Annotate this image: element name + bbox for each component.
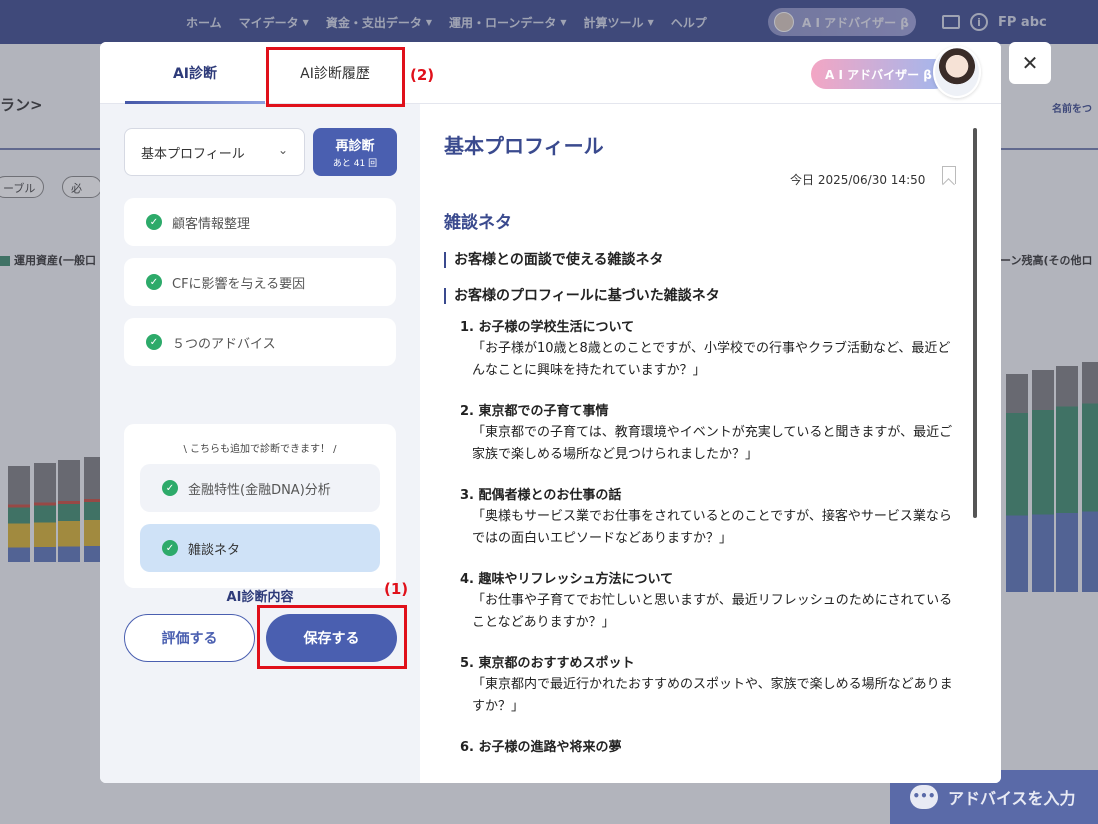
scrollbar[interactable] [973, 128, 977, 518]
check-icon: ✓ [162, 480, 178, 496]
close-button[interactable]: ✕ [1009, 42, 1051, 84]
rediagnose-button[interactable]: 再診断 あと 41 回 [313, 128, 397, 176]
additional-diagnosis-box: \ こちらも追加で診断できます！ / ✓ 金融特性(金融DNA)分析 ✓ 雑談ネ… [124, 424, 396, 588]
step-five-advices[interactable]: ✓ ５つのアドバイス [124, 318, 396, 366]
close-icon: ✕ [1021, 51, 1039, 75]
subsection-title: お客様との面談で使える雑談ネタ [444, 252, 663, 268]
ai-advisor-avatar [933, 46, 981, 98]
evaluate-button[interactable]: 評価する [124, 614, 255, 662]
profile-select[interactable]: 基本プロフィール ⌄ [124, 128, 305, 176]
bookmark-icon[interactable] [942, 166, 956, 184]
topic-title: 6. お子様の進路や将来の夢 [460, 740, 622, 755]
chat-bubble-icon: ••• [910, 785, 938, 809]
result-title: 基本プロフィール [444, 134, 604, 158]
topic-title: 3. 配偶者様とのお仕事の話 [460, 488, 622, 503]
extra-small-talk[interactable]: ✓ 雑談ネタ [140, 524, 380, 572]
step-cf-factors[interactable]: ✓ CFに影響を与える要因 [124, 258, 396, 306]
tab-ai-diagnosis[interactable]: AI診断 [125, 42, 265, 104]
ai-advisor-badge: A I アドバイザー β [811, 59, 949, 89]
chevron-down-icon: ⌄ [277, 143, 288, 157]
diagnosis-sidebar: 基本プロフィール ⌄ 再診断 あと 41 回 ✓ 顧客情報整理 ✓ CFに影響を… [100, 104, 420, 783]
topic-body: 「奥様もサービス業でお仕事をされているとのことですが、接客やサービス業ならではの… [472, 509, 952, 546]
diagnosis-result-pane[interactable]: 基本プロフィール 今日 2025/06/30 14:50 雑談ネタ お客様との面… [420, 104, 1001, 783]
modal-header: AI診断 AI診断履歴 A I アドバイザー β [100, 42, 1001, 104]
check-icon: ✓ [146, 214, 162, 230]
check-icon: ✓ [162, 540, 178, 556]
section-title: 雑談ネタ [444, 213, 512, 233]
topic-title: 1. お子様の学校生活について [460, 320, 635, 335]
topic-title: 4. 趣味やリフレッシュ方法について [460, 572, 674, 587]
highlight-box-save-button [257, 605, 407, 669]
extra-financial-dna[interactable]: ✓ 金融特性(金融DNA)分析 [140, 464, 380, 512]
check-icon: ✓ [146, 334, 162, 350]
step-customer-info[interactable]: ✓ 顧客情報整理 [124, 198, 396, 246]
topic-body: 「お子様が10歳と8歳とのことですが、小学校での行事やクラブ活動など、最近どんな… [472, 341, 951, 378]
ai-diagnosis-modal: AI診断 AI診断履歴 A I アドバイザー β 基本プロフィール ⌄ 再診断 … [100, 42, 1001, 783]
check-icon: ✓ [146, 274, 162, 290]
topic-body: 「東京都での子育ては、教育環境やイベントが充実していると聞きますが、最近ご家族で… [472, 425, 953, 462]
subsection-title: お客様のプロフィールに基づいた雑談ネタ [444, 288, 720, 304]
content-label: AI診断内容 [226, 590, 294, 605]
topic-body: 「東京都内で最近行かれたおすすめのスポットや、家族で楽しめる場所などありますか？… [472, 677, 953, 714]
annotation-label-1: (1) [384, 580, 409, 598]
result-date: 今日 2025/06/30 14:50 [790, 173, 926, 187]
topic-title: 5. 東京都のおすすめスポット [460, 656, 635, 671]
highlight-box-history-tab [266, 47, 405, 107]
topic-title: 2. 東京都での子育て事情 [460, 404, 609, 419]
topic-body: 「お仕事や子育てでお忙しいと思いますが、最近リフレッシュのためにされていることな… [472, 593, 953, 630]
annotation-label-2: (2) [410, 66, 435, 84]
additional-diagnosis-note: \ こちらも追加で診断できます！ / [183, 444, 337, 455]
